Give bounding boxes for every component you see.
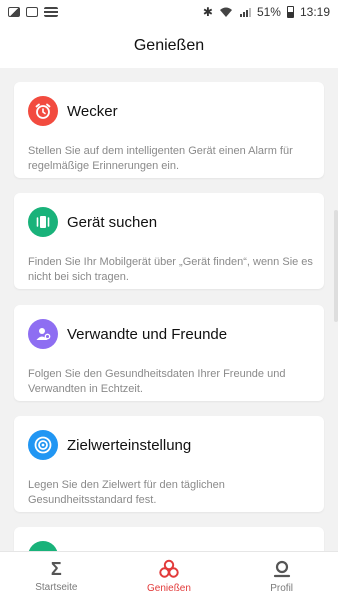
card-title: Zielwerteinstellung [67,436,192,454]
signal-icon [239,7,251,17]
nav-item-profil[interactable]: Profil [227,559,337,594]
battery-icon [286,6,294,18]
card-header: Gerät suchen [28,207,157,237]
card-description: Folgen Sie den Gesundheitsdaten Ihrer Fr… [28,368,286,395]
card-wecker[interactable]: Wecker Stellen Sie auf dem intelligenten… [14,82,324,178]
scrollbar[interactable] [334,210,338,322]
wifi-icon [219,7,232,17]
alarm-clock-icon [28,96,58,126]
card-header: Wecker [28,96,118,126]
nav-item-startseite[interactable]: Σ Startseite [1,560,111,593]
card-partial[interactable] [14,527,324,552]
card-zielwerteinstellung[interactable]: Zielwerteinstellung Legen Sie den Zielwe… [14,416,324,512]
sigma-icon: Σ [50,558,62,579]
card-title: Wecker [67,102,118,120]
clock: 13:19 [299,5,330,19]
nav-label: Genießen [147,582,191,594]
nav-label: Startseite [35,581,78,593]
title-bar: Genießen [0,24,338,68]
card-description: Legen Sie den Zielwert für den täglichen… [28,479,225,506]
status-bar: ✱ 51% 13:19 [0,0,338,24]
page-title: Genießen [133,37,205,54]
gallery-icon [8,7,20,17]
card-header: Zielwerteinstellung [28,430,191,460]
bluetooth-icon: ✱ [202,5,213,19]
card-description: Finden Sie Ihr Mobilgerät über „Gerät fi… [28,256,313,283]
status-right: ✱ 51% 13:19 [203,5,330,19]
nav-item-geniessen[interactable]: Genießen [114,559,224,594]
card-title: Verwandte und Freunde [67,325,228,343]
battery-percent: 51% [256,5,281,19]
card-description: Stellen Sie auf dem intelligenten Gerät … [28,145,293,172]
nav-label: Profil [270,582,294,594]
feature-list[interactable]: Wecker Stellen Sie auf dem intelligenten… [0,68,338,552]
card-verwandte-freunde[interactable]: Verwandte und Freunde Folgen Sie den Ges… [14,305,324,401]
card-geraet-suchen[interactable]: Gerät suchen Finden Sie Ihr Mobilgerät ü… [14,193,324,289]
target-icon [28,430,58,460]
vibrate-phone-icon [28,207,58,237]
people-icon [28,319,58,349]
profile-icon [273,560,290,577]
enjoy-icon [159,559,179,578]
card-title: Gerät suchen [67,213,158,231]
notes-icon [44,7,58,17]
bottom-nav: Σ Startseite Genießen Profil [0,551,338,600]
card-header: Verwandte und Freunde [28,319,227,349]
status-left [8,7,58,17]
card-icon [26,7,38,17]
